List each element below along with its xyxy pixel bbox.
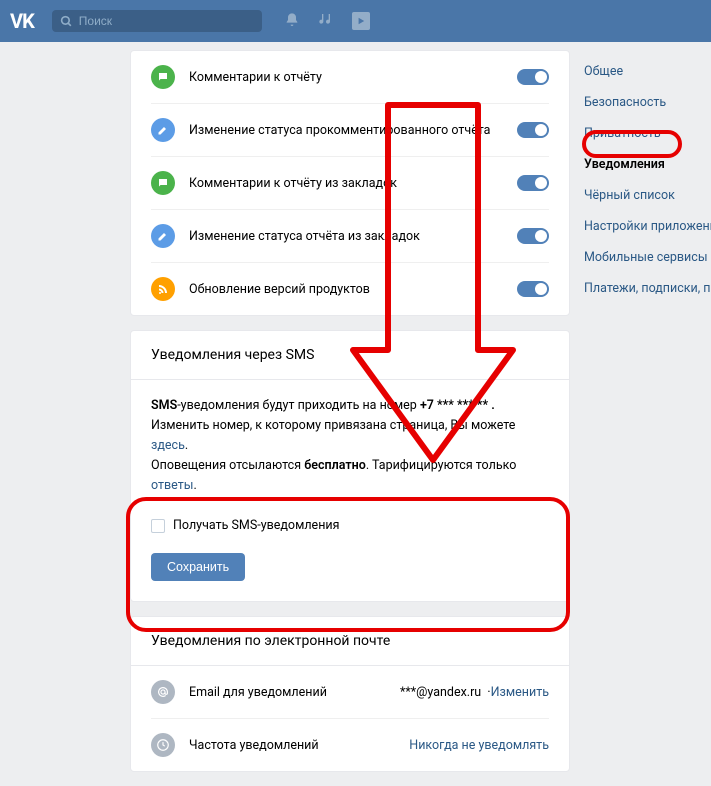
search-icon — [60, 15, 73, 28]
header-icons — [284, 12, 370, 30]
nav-payments[interactable]: Платежи, подписки, переводы — [570, 273, 711, 304]
email-row: Email для уведомлений ***@yandex.ru · Из… — [151, 666, 549, 718]
music-icon[interactable] — [318, 12, 334, 30]
setting-row: Изменение статуса прокомментированного о… — [151, 103, 549, 156]
frequency-label: Частота уведомлений — [189, 738, 409, 753]
setting-row: Комментарии к отчёту из закладок — [151, 156, 549, 209]
sms-checkbox[interactable] — [151, 519, 165, 533]
sms-header: Уведомления через SMS — [131, 331, 569, 380]
answers-link[interactable]: ответы — [151, 478, 193, 493]
sms-checkbox-label: Получать SMS-уведомления — [173, 518, 339, 533]
sms-description: SMS-уведомления будут приходить на номер… — [131, 380, 569, 496]
setting-row: Обновление версий продуктов — [151, 262, 549, 315]
notifications-toggles-card: Комментарии к отчёту Изменение статуса п… — [130, 50, 570, 316]
email-card: Уведомления по электронной почте Email д… — [130, 616, 570, 772]
email-value: ***@yandex.ru — [400, 685, 481, 700]
toggle-switch[interactable] — [517, 175, 549, 191]
vk-logo[interactable]: VK — [10, 9, 34, 33]
nav-notifications[interactable]: Уведомления — [570, 149, 711, 180]
toggle-switch[interactable] — [517, 228, 549, 244]
save-button[interactable]: Сохранить — [151, 553, 245, 581]
bell-icon[interactable] — [284, 12, 300, 30]
change-number-link[interactable]: здесь — [151, 438, 185, 453]
setting-label: Изменение статуса прокомментированного о… — [189, 123, 517, 138]
rss-icon — [151, 277, 175, 301]
settings-sidebar: Общее Безопасность Приватность Уведомлен… — [570, 42, 711, 786]
nav-privacy[interactable]: Приватность — [570, 118, 711, 149]
setting-label: Обновление версий продуктов — [189, 282, 517, 297]
email-label: Email для уведомлений — [189, 685, 400, 700]
setting-row: Комментарии к отчёту — [151, 51, 549, 103]
frequency-action-link[interactable]: Никогда не уведомлять — [409, 738, 549, 753]
frequency-row: Частота уведомлений Никогда не уведомлят… — [151, 718, 549, 771]
edit-icon — [151, 224, 175, 248]
top-header: VK — [0, 0, 711, 42]
sms-checkbox-row: Получать SMS-уведомления — [131, 496, 569, 545]
nav-security[interactable]: Безопасность — [570, 87, 711, 118]
setting-label: Комментарии к отчёту из закладок — [189, 176, 517, 191]
search-box[interactable] — [52, 10, 262, 32]
setting-label: Изменение статуса отчёта из закладок — [189, 229, 517, 244]
nav-mobile[interactable]: Мобильные сервисы — [570, 242, 711, 273]
toggle-switch[interactable] — [517, 69, 549, 85]
toggle-switch[interactable] — [517, 122, 549, 138]
email-change-link[interactable]: Изменить — [491, 685, 549, 700]
play-icon[interactable] — [352, 12, 370, 30]
comment-icon — [151, 171, 175, 195]
setting-row: Изменение статуса отчёта из закладок — [151, 209, 549, 262]
nav-apps[interactable]: Настройки приложений — [570, 211, 711, 242]
nav-general[interactable]: Общее — [570, 56, 711, 87]
setting-label: Комментарии к отчёту — [189, 70, 517, 85]
at-icon — [151, 680, 175, 704]
toggle-switch[interactable] — [517, 281, 549, 297]
edit-icon — [151, 118, 175, 142]
search-input[interactable] — [79, 14, 249, 28]
email-header: Уведомления по электронной почте — [131, 617, 569, 666]
nav-blacklist[interactable]: Чёрный список — [570, 180, 711, 211]
sms-card: Уведомления через SMS SMS-уведомления бу… — [130, 330, 570, 602]
clock-icon — [151, 733, 175, 757]
comment-icon — [151, 65, 175, 89]
